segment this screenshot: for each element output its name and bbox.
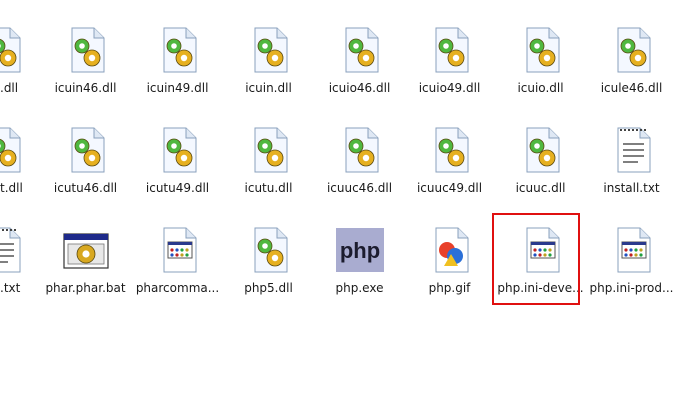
config-file-icon — [152, 224, 204, 276]
file-item[interactable]: pharcomma... — [132, 224, 223, 314]
file-name-label: pharcomma... — [135, 281, 220, 295]
dll-file-icon — [334, 24, 386, 76]
file-item[interactable]: icuio49.dll — [404, 24, 495, 114]
file-name-label: phar.phar.bat — [45, 281, 126, 295]
file-name-label: icuin.dll — [245, 81, 292, 95]
file-item[interactable]: icuin49.dll — [132, 24, 223, 114]
file-name-label: icuio49.dll — [418, 81, 481, 95]
file-name-label: icuuc.dll — [515, 181, 566, 195]
dll-file-icon — [515, 24, 567, 76]
file-name-label: icuio46.dll — [328, 81, 391, 95]
file-grid: .dll icuin46.dll icuin49.dll icuin.dll icuio… — [0, 0, 693, 407]
dll-file-icon — [152, 124, 204, 176]
file-item[interactable]: icuuc.dll — [495, 124, 586, 214]
file-name-label: icuuc49.dll — [416, 181, 483, 195]
file-item[interactable]: icule46.dll — [586, 24, 677, 114]
dll-file-icon — [0, 24, 28, 76]
dll-file-icon — [424, 124, 476, 176]
file-item[interactable]: icuin46.dll — [40, 24, 131, 114]
svg-text:php: php — [339, 238, 379, 263]
file-name-label: icutu46.dll — [53, 181, 118, 195]
file-item[interactable]: icutu49.dll — [132, 124, 223, 214]
dll-file-icon — [606, 24, 658, 76]
file-item[interactable]: icutu.dll — [223, 124, 314, 214]
file-item[interactable]: php5.dll — [223, 224, 314, 314]
dll-file-icon — [424, 24, 476, 76]
file-name-label: icuuc46.dll — [326, 181, 393, 195]
file-name-label: php5.dll — [244, 281, 293, 295]
file-item[interactable]: icuuc46.dll — [314, 124, 405, 214]
file-name-label: php.ini-prod... — [589, 281, 674, 295]
file-item[interactable]: php.gif — [404, 224, 495, 314]
file-name-label: icutu49.dll — [145, 181, 210, 195]
text-file-icon — [0, 224, 28, 276]
file-name-label: icuio.dll — [517, 81, 564, 95]
dll-file-icon — [0, 124, 28, 176]
dll-file-icon — [243, 24, 295, 76]
file-item[interactable]: php.ini-prod... — [586, 224, 677, 314]
file-name-label: php.exe — [335, 281, 384, 295]
file-item[interactable]: phar.phar.bat — [40, 224, 131, 314]
file-name-label: icuin49.dll — [146, 81, 209, 95]
dll-file-icon — [334, 124, 386, 176]
config-file-icon — [606, 224, 658, 276]
file-item[interactable]: icuio46.dll — [314, 24, 405, 114]
dll-file-icon — [152, 24, 204, 76]
dll-file-icon — [515, 124, 567, 176]
dll-file-icon — [60, 24, 112, 76]
file-name-label: icutu.dll — [244, 181, 293, 195]
notepad-file-icon — [606, 124, 658, 176]
file-item[interactable]: icuio.dll — [495, 24, 586, 114]
batch-file-icon — [60, 224, 112, 276]
dll-file-icon — [243, 224, 295, 276]
file-item[interactable]: icutu46.dll — [40, 124, 131, 214]
file-item[interactable]: icuuc49.dll — [404, 124, 495, 214]
file-item[interactable]: install.txt — [586, 124, 677, 214]
dll-file-icon — [60, 124, 112, 176]
file-name-label: php.gif — [428, 281, 471, 295]
dll-file-icon — [243, 124, 295, 176]
file-item[interactable]: php php.exe — [314, 224, 405, 314]
highlight-box — [492, 213, 580, 305]
file-name-label: icuin46.dll — [54, 81, 117, 95]
file-item[interactable]: icuin.dll — [223, 24, 314, 114]
image-file-icon — [424, 224, 476, 276]
file-name-label: icule46.dll — [600, 81, 663, 95]
php-exe-icon: php — [334, 224, 386, 276]
file-name-label: install.txt — [603, 181, 660, 195]
